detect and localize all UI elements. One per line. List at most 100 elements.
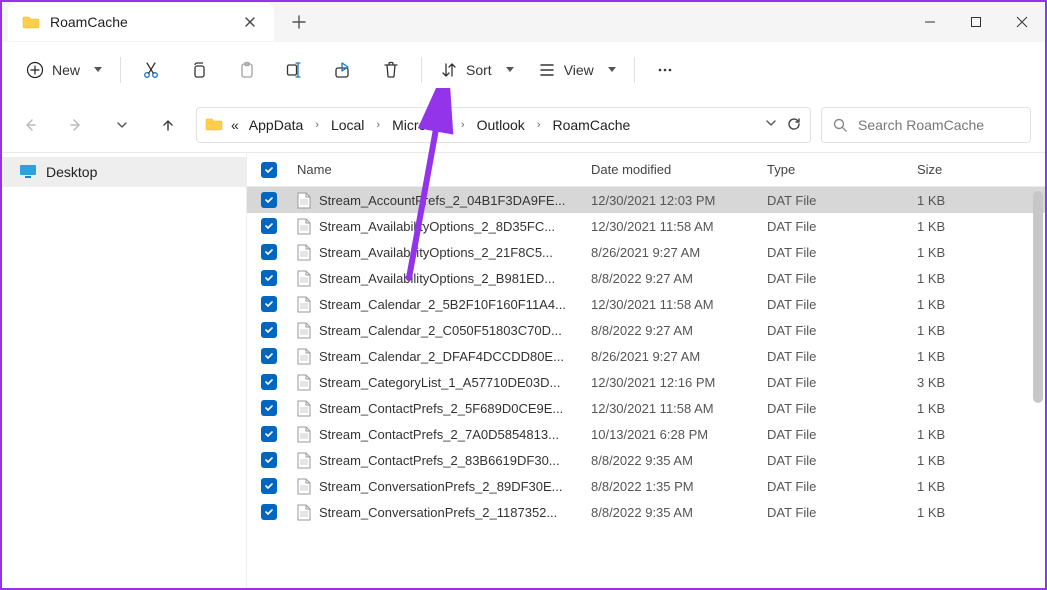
row-checkbox[interactable] — [247, 270, 291, 286]
file-type: DAT File — [767, 375, 917, 390]
table-row[interactable]: Stream_ContactPrefs_2_5F689D0CE9E...12/3… — [247, 395, 1045, 421]
address-dropdown[interactable] — [764, 116, 778, 135]
rename-icon — [285, 60, 305, 80]
search-input[interactable]: Search RoamCache — [821, 107, 1031, 143]
table-row[interactable]: Stream_Calendar_2_5B2F10F160F11A4...12/3… — [247, 291, 1045, 317]
maximize-icon — [970, 16, 982, 28]
file-date: 10/13/2021 6:28 PM — [591, 427, 767, 442]
chevron-down-icon — [764, 116, 778, 130]
column-header-size[interactable]: Size — [917, 162, 997, 177]
plus-icon — [292, 15, 306, 29]
file-type: DAT File — [767, 193, 917, 208]
view-button[interactable]: View — [526, 50, 628, 90]
table-row[interactable]: Stream_ConversationPrefs_2_1187352... 8/8… — [247, 499, 1045, 525]
share-button[interactable] — [319, 50, 367, 90]
copy-button[interactable] — [175, 50, 223, 90]
up-button[interactable] — [150, 107, 186, 143]
column-header-date[interactable]: Date modified — [591, 162, 767, 177]
address-bar[interactable]: « AppData› Local› Microsoft› Outlook› Ro… — [196, 107, 811, 143]
file-icon — [297, 218, 311, 235]
row-checkbox[interactable] — [247, 504, 291, 520]
file-size: 1 KB — [917, 505, 997, 520]
row-checkbox[interactable] — [247, 426, 291, 442]
close-tab-button[interactable] — [238, 10, 262, 34]
table-row[interactable]: Stream_AvailabilityOptions_2_21F8C5...8/… — [247, 239, 1045, 265]
table-row[interactable]: Stream_AvailabilityOptions_2_8D35FC...12… — [247, 213, 1045, 239]
crumb[interactable]: Outlook — [475, 117, 527, 133]
recent-dropdown[interactable] — [104, 107, 140, 143]
table-row[interactable]: Stream_AccountPrefs_2_04B1F3DA9FE...12/3… — [247, 187, 1045, 213]
file-size: 1 KB — [917, 427, 997, 442]
file-date: 8/8/2022 9:27 AM — [591, 323, 767, 338]
forward-button[interactable] — [58, 107, 94, 143]
close-window-button[interactable] — [999, 3, 1045, 41]
file-type: DAT File — [767, 505, 917, 520]
arrow-right-icon — [68, 117, 84, 133]
file-date: 8/8/2022 1:35 PM — [591, 479, 767, 494]
crumb[interactable]: Local — [329, 117, 366, 133]
table-row[interactable]: Stream_ContactPrefs_2_83B6619DF30...8/8/… — [247, 447, 1045, 473]
paste-button[interactable] — [223, 50, 271, 90]
chevron-right-icon: › — [372, 119, 384, 131]
minimize-button[interactable] — [907, 3, 953, 41]
file-type: DAT File — [767, 349, 917, 364]
breadcrumb-overflow[interactable]: « — [229, 117, 241, 133]
content: Desktop Name Date modified Type Size Str… — [2, 152, 1045, 588]
table-row[interactable]: Stream_AvailabilityOptions_2_B981ED...8/… — [247, 265, 1045, 291]
column-header-type[interactable]: Type — [767, 162, 917, 177]
column-header-name[interactable]: Name — [291, 162, 591, 177]
rename-button[interactable] — [271, 50, 319, 90]
ellipsis-icon — [656, 61, 674, 79]
row-checkbox[interactable] — [247, 296, 291, 312]
file-icon — [297, 400, 311, 417]
table-row[interactable]: Stream_Calendar_2_C050F51803C70D...8/8/2… — [247, 317, 1045, 343]
new-button[interactable]: New — [14, 50, 114, 90]
table-row[interactable]: Stream_Calendar_2_DFAF4DCCDD80E...8/26/2… — [247, 343, 1045, 369]
row-checkbox[interactable] — [247, 244, 291, 260]
file-size: 1 KB — [917, 219, 997, 234]
sort-label: Sort — [466, 62, 492, 78]
maximize-button[interactable] — [953, 3, 999, 41]
file-icon — [297, 504, 311, 521]
back-button[interactable] — [12, 107, 48, 143]
file-name: Stream_ConversationPrefs_2_1187352... — [319, 505, 557, 520]
row-checkbox[interactable] — [247, 348, 291, 364]
file-name: Stream_AccountPrefs_2_04B1F3DA9FE... — [319, 193, 565, 208]
table-row[interactable]: Stream_CategoryList_1_A57710DE03D...12/3… — [247, 369, 1045, 395]
select-all-checkbox[interactable] — [247, 162, 291, 178]
refresh-button[interactable] — [786, 116, 802, 135]
chevron-right-icon: › — [311, 119, 323, 131]
row-checkbox[interactable] — [247, 322, 291, 338]
table-row[interactable]: Stream_ConversationPrefs_2_89DF30E...8/8… — [247, 473, 1045, 499]
sort-button[interactable]: Sort — [428, 50, 526, 90]
file-date: 8/8/2022 9:35 AM — [591, 505, 767, 520]
row-checkbox[interactable] — [247, 452, 291, 468]
file-icon — [297, 192, 311, 209]
copy-icon — [189, 60, 209, 80]
cut-button[interactable] — [127, 50, 175, 90]
row-checkbox[interactable] — [247, 192, 291, 208]
sidebar: Desktop — [2, 153, 247, 588]
separator — [634, 57, 635, 83]
chevron-right-icon: › — [533, 119, 545, 131]
row-checkbox[interactable] — [247, 218, 291, 234]
file-name: Stream_ContactPrefs_2_5F689D0CE9E... — [319, 401, 563, 416]
arrow-up-icon — [160, 117, 176, 133]
scissors-icon — [141, 60, 161, 80]
delete-button[interactable] — [367, 50, 415, 90]
new-tab-button[interactable] — [284, 7, 314, 37]
row-checkbox[interactable] — [247, 478, 291, 494]
crumb[interactable]: RoamCache — [550, 117, 632, 133]
file-icon — [297, 426, 311, 443]
row-checkbox[interactable] — [247, 374, 291, 390]
file-icon — [297, 270, 311, 287]
scrollbar[interactable] — [1033, 191, 1043, 584]
sidebar-item-desktop[interactable]: Desktop — [2, 157, 246, 187]
crumb[interactable]: Microsoft — [390, 117, 451, 133]
row-checkbox[interactable] — [247, 400, 291, 416]
more-button[interactable] — [641, 50, 689, 90]
active-tab[interactable]: RoamCache — [8, 3, 274, 41]
crumb[interactable]: AppData — [247, 117, 305, 133]
table-row[interactable]: Stream_ContactPrefs_2_7A0D5854813...10/1… — [247, 421, 1045, 447]
scrollbar-thumb[interactable] — [1033, 191, 1043, 403]
